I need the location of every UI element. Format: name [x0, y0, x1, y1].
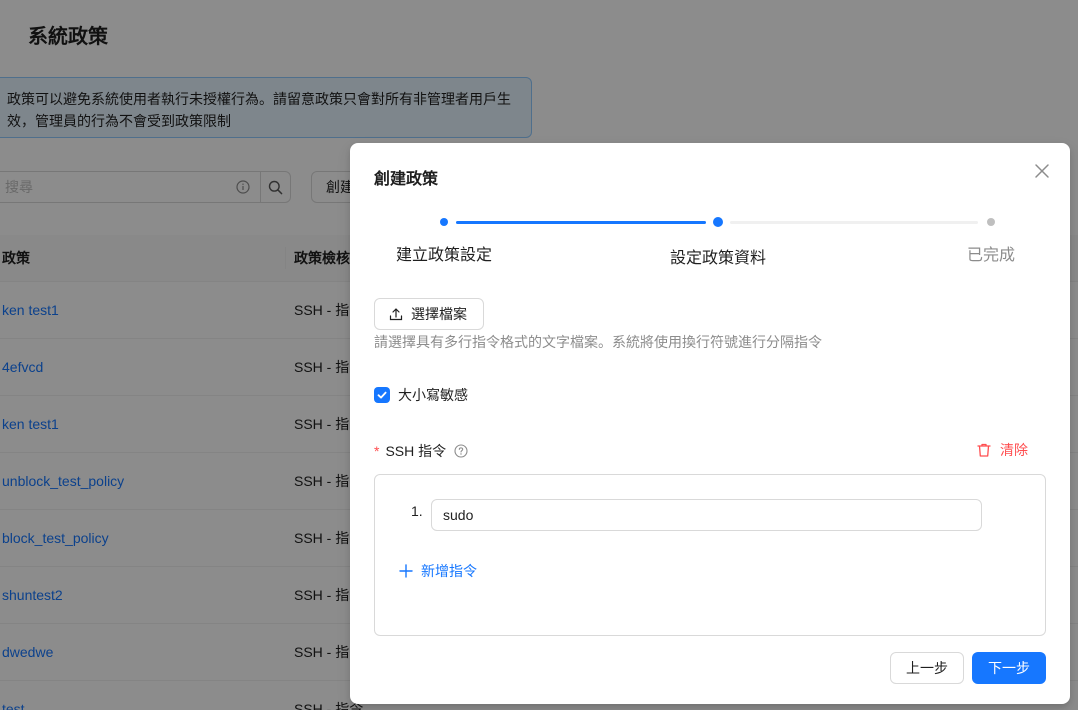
- close-icon[interactable]: [1033, 162, 1051, 180]
- step-dot-1: [440, 218, 448, 226]
- create-policy-modal: 創建政策 建立政策設定 設定政策資料 已完成 選擇檔案 請選擇具有多行指令格式的…: [350, 143, 1070, 704]
- select-file-button[interactable]: 選擇檔案: [374, 298, 484, 330]
- upload-hint: 請選擇具有多行指令格式的文字檔案。系統將使用換行符號進行分隔指令: [374, 334, 822, 350]
- step-dot-2: [713, 217, 723, 227]
- command-input[interactable]: sudo: [431, 499, 982, 531]
- question-circle-icon[interactable]: [454, 444, 468, 458]
- step-dot-3: [987, 218, 995, 226]
- previous-step-button[interactable]: 上一步: [890, 652, 964, 684]
- next-step-button[interactable]: 下一步: [972, 652, 1046, 684]
- modal-title: 創建政策: [374, 171, 439, 188]
- case-sensitive-label: 大小寫敏感: [398, 387, 468, 403]
- step-label-2: 設定政策資料: [670, 250, 767, 267]
- step-label-3: 已完成: [967, 247, 1016, 264]
- ssh-command-label-text: SSH 指令: [385, 443, 447, 459]
- command-index: 1.: [411, 503, 423, 519]
- clear-label: 清除: [1000, 442, 1028, 458]
- command-list: 1. sudo 新增指令: [374, 474, 1046, 636]
- step-line-2: [730, 221, 978, 224]
- clear-button[interactable]: 清除: [976, 440, 1028, 460]
- ssh-command-label: * SSH 指令: [374, 441, 468, 461]
- add-command-button[interactable]: 新增指令: [399, 561, 477, 581]
- checkbox-checked-icon[interactable]: [374, 387, 390, 403]
- select-file-label: 選擇檔案: [411, 306, 467, 322]
- upload-icon: [389, 308, 403, 321]
- step-label-1: 建立政策設定: [396, 247, 493, 264]
- plus-icon: [399, 564, 413, 578]
- case-sensitive-checkbox[interactable]: 大小寫敏感: [374, 385, 468, 405]
- step-line-1: [456, 221, 706, 224]
- add-command-label: 新增指令: [421, 563, 477, 579]
- required-mark: *: [374, 443, 380, 459]
- steps: 建立政策設定 設定政策資料 已完成: [350, 213, 1070, 273]
- delete-icon: [977, 443, 991, 457]
